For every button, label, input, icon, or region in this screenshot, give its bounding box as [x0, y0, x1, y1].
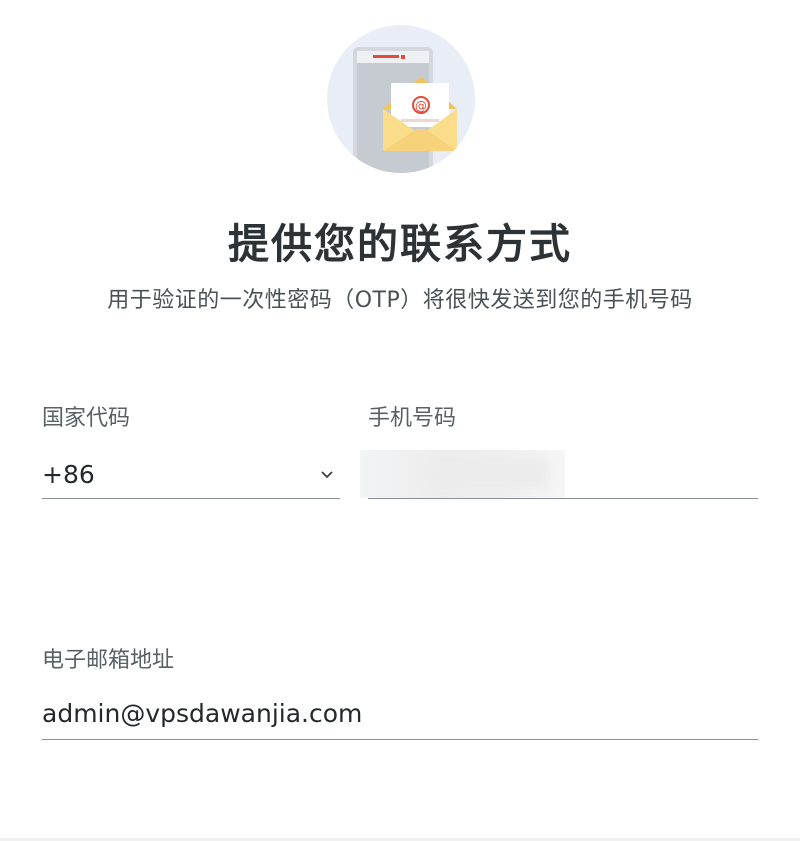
page-title: 提供您的联系方式 — [228, 220, 572, 268]
at-symbol: @ — [415, 99, 427, 113]
chevron-down-icon — [321, 471, 333, 479]
country-code-select[interactable]: +86 — [42, 450, 340, 499]
country-code-value: +86 — [42, 459, 95, 489]
phone-envelope-illustration: @ — [327, 25, 475, 173]
redaction-blur — [428, 458, 548, 488]
email-value: admin@vpsdawanjia.com — [42, 699, 363, 728]
country-code-label: 国家代码 — [42, 406, 131, 431]
phone-number-field[interactable] — [360, 450, 758, 499]
email-label: 电子邮箱地址 — [42, 648, 175, 673]
email-field[interactable]: admin@vpsdawanjia.com — [42, 693, 758, 740]
phone-number-label: 手机号码 — [368, 406, 457, 431]
phone-envelope-icon: @ — [353, 47, 457, 173]
page-subtitle: 用于验证的一次性密码（OTP）将很快发送到您的手机号码 — [107, 288, 693, 313]
